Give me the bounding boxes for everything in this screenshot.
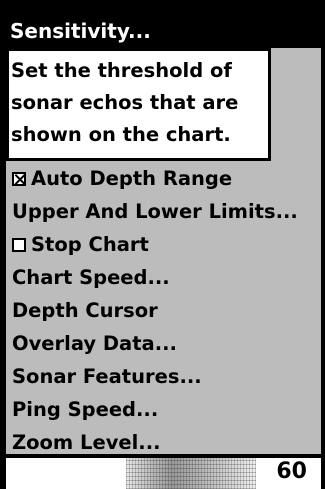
menu-item-depth-cursor[interactable]: Depth Cursor — [6, 294, 321, 327]
menu-item-label: Upper And Lower Limits... — [12, 200, 298, 223]
menu-items: Auto Depth Range Upper And Lower Limits.… — [6, 162, 321, 454]
sonar-menu: Sensitivity... Set the threshold of sona… — [6, 14, 321, 454]
menu-item-chart-speed[interactable]: Chart Speed... — [6, 261, 321, 294]
menu-item-stop-chart[interactable]: Stop Chart — [6, 228, 321, 261]
menu-item-auto-depth-range[interactable]: Auto Depth Range — [6, 162, 321, 195]
menu-item-label: Sonar Features... — [12, 365, 202, 388]
menu-item-label: Ping Speed... — [12, 398, 159, 421]
help-tooltip: Set the threshold of sonar echos that ar… — [6, 48, 271, 161]
menu-item-label: Chart Speed... — [12, 266, 170, 289]
sonar-echo-graphic — [126, 458, 256, 489]
tooltip-line: shown on the chart. — [11, 123, 231, 146]
menu-item-label: Stop Chart — [31, 233, 149, 256]
unchecked-checkbox-icon[interactable] — [12, 237, 26, 252]
menu-item-label: Depth Cursor — [12, 299, 158, 322]
menu-item-zoom-level[interactable]: Zoom Level... — [6, 426, 321, 454]
menu-item-label: Overlay Data... — [12, 332, 177, 355]
menu-item-label: Zoom Level... — [12, 431, 161, 454]
tooltip-line: Set the threshold of — [11, 59, 232, 82]
depth-scale-label: 60 — [276, 459, 307, 484]
menu-item-label: Auto Depth Range — [31, 167, 233, 190]
menu-item-sensitivity-selected[interactable]: Sensitivity... — [6, 14, 321, 48]
menu-item-ping-speed[interactable]: Ping Speed... — [6, 393, 321, 426]
checked-checkbox-icon[interactable] — [12, 171, 26, 186]
tooltip-line: sonar echos that are — [11, 91, 239, 114]
sonar-chart-strip: 60 — [6, 458, 321, 489]
menu-item-upper-lower-limits[interactable]: Upper And Lower Limits... — [6, 195, 321, 228]
menu-item-sonar-features[interactable]: Sonar Features... — [6, 360, 321, 393]
menu-item-overlay-data[interactable]: Overlay Data... — [6, 327, 321, 360]
